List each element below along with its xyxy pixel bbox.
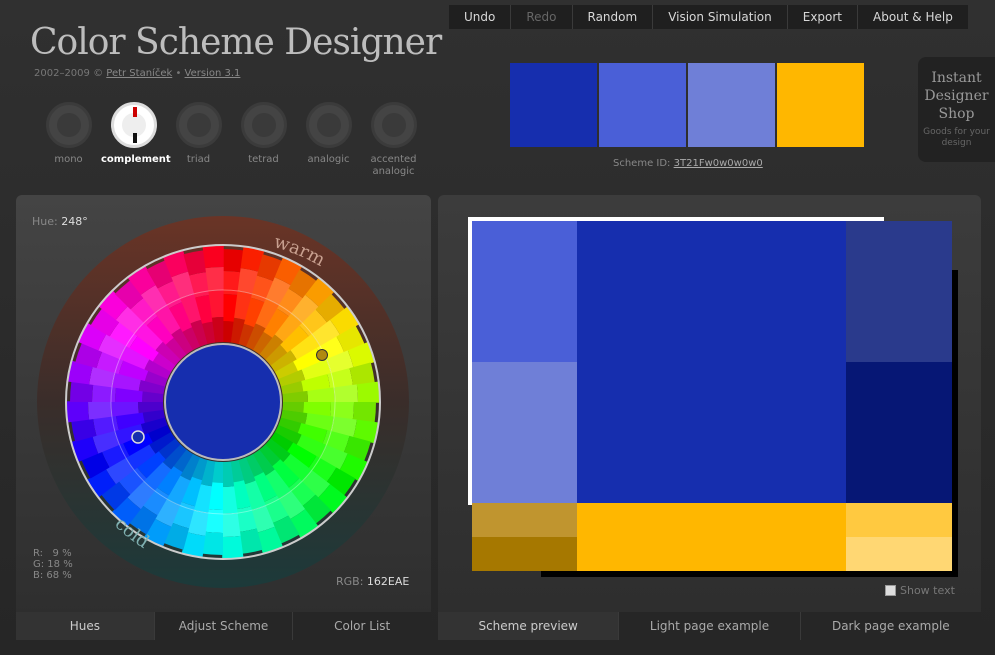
tab-light-page-example[interactable]: Light page example xyxy=(619,612,801,640)
rgb-percent: R: 9 % G: 18 % B: 68 % xyxy=(33,548,73,581)
hue-segment xyxy=(334,384,359,403)
accented-analogic-icon xyxy=(370,102,417,148)
preview-complement xyxy=(577,503,846,571)
complement-icon xyxy=(110,102,157,148)
preview-dark-1 xyxy=(846,221,952,362)
scheme-swatches xyxy=(510,63,864,147)
complement-hue-handle[interactable] xyxy=(316,349,328,361)
g-percent: G: 18 % xyxy=(33,559,73,570)
mode-analogic[interactable]: analogic xyxy=(296,102,361,178)
preview-light-1 xyxy=(472,221,577,362)
mode-triad[interactable]: triad xyxy=(166,102,231,178)
right-tabs: Scheme preview Light page example Dark p… xyxy=(438,612,981,640)
preview-panel: Show text Scheme preview Light page exam… xyxy=(438,195,981,640)
preview-dark-2 xyxy=(846,362,952,503)
menu-about-help[interactable]: About & Help xyxy=(858,5,968,29)
rgb-hex: RGB: 162EAE xyxy=(336,575,409,588)
credits-separator: • xyxy=(175,68,182,79)
tab-scheme-preview[interactable]: Scheme preview xyxy=(438,612,620,640)
scheme-id-link[interactable]: 3T21Fw0w0w0w0 xyxy=(674,158,763,169)
mode-label: tetrad xyxy=(248,154,279,165)
credits: 2002–2009 © Petr Staníček • Version 3.1 xyxy=(34,68,240,79)
mode-tetrad[interactable]: tetrad xyxy=(231,102,296,178)
left-tabs: Hues Adjust Scheme Color List xyxy=(16,612,432,640)
needle-red xyxy=(132,107,137,117)
swatch-lighter[interactable] xyxy=(688,63,775,147)
mode-complement[interactable]: complement xyxy=(101,102,171,178)
selected-color-disc xyxy=(164,343,282,461)
primary-hue-handle[interactable] xyxy=(131,430,145,444)
hue-segment xyxy=(66,401,90,423)
mode-label: analogic xyxy=(307,154,350,165)
app-root: Color Scheme Designer 2002–2009 © Petr S… xyxy=(0,0,995,655)
shop-subtitle: Goods for your design xyxy=(923,127,990,148)
hue-segment xyxy=(222,513,241,537)
rgb-hex-value: 162EAE xyxy=(366,575,410,588)
show-text-checkbox[interactable] xyxy=(885,585,896,596)
swatch-primary[interactable] xyxy=(510,63,597,147)
triad-icon xyxy=(175,102,222,148)
top-menu: Undo Redo Random Vision Simulation Expor… xyxy=(449,5,968,29)
needle-black xyxy=(132,133,137,143)
menu-vision-simulation[interactable]: Vision Simulation xyxy=(653,5,788,29)
hue-segment xyxy=(222,535,244,559)
menu-random[interactable]: Random xyxy=(573,5,654,29)
rgb-hex-label: RGB: xyxy=(336,575,364,588)
hue-segment xyxy=(205,267,224,291)
menu-redo[interactable]: Redo xyxy=(511,5,573,29)
scheme-preview xyxy=(468,217,958,577)
tab-hues[interactable]: Hues xyxy=(16,612,155,640)
preview-light-2 xyxy=(472,362,577,503)
hue-segment xyxy=(88,401,112,420)
mono-icon xyxy=(45,102,92,148)
show-text-toggle[interactable]: Show text xyxy=(885,584,955,597)
mode-label: mono xyxy=(54,154,83,165)
show-text-label: Show text xyxy=(900,584,955,597)
scheme-id-label: Scheme ID: xyxy=(613,158,671,169)
b-percent: B: 68 % xyxy=(33,570,72,581)
author-link[interactable]: Petr Staníček xyxy=(106,68,172,79)
preview-primary xyxy=(577,221,846,503)
preview-comp-shade-1 xyxy=(472,503,577,537)
mode-accented-analogic[interactable]: accented analogic xyxy=(361,102,426,178)
menu-export[interactable]: Export xyxy=(788,5,859,29)
tetrad-icon xyxy=(240,102,287,148)
preview-comp-shade-2 xyxy=(472,537,577,571)
mode-label: complement xyxy=(101,154,171,165)
instant-designer-shop[interactable]: Instant Designer Shop Goods for your des… xyxy=(918,57,995,162)
scheme-mode-selector: mono complement triad tetrad analogic ac… xyxy=(36,102,426,178)
analogic-icon xyxy=(305,102,352,148)
mode-mono[interactable]: mono xyxy=(36,102,101,178)
preview-comp-tint-1 xyxy=(846,503,952,537)
tab-dark-page-example[interactable]: Dark page example xyxy=(800,612,981,640)
scheme-id: Scheme ID: 3T21Fw0w0w0w0 xyxy=(613,158,763,169)
menu-undo[interactable]: Undo xyxy=(449,5,512,29)
tab-color-list[interactable]: Color List xyxy=(293,612,432,640)
color-wheel[interactable]: warm cold xyxy=(36,215,411,590)
shop-title: Instant Designer Shop xyxy=(924,70,989,122)
swatch-complement[interactable] xyxy=(777,63,864,147)
mode-label: accented analogic xyxy=(370,154,417,177)
mode-label: triad xyxy=(186,154,211,165)
tab-adjust-scheme[interactable]: Adjust Scheme xyxy=(154,612,294,640)
copyright-text: 2002–2009 © xyxy=(34,68,104,79)
hue-segment xyxy=(356,381,381,403)
swatch-light[interactable] xyxy=(599,63,686,147)
hues-panel: Hue: 248° warm cold R: 9 % G: 18 % B: 68 %… xyxy=(16,195,432,640)
app-logo: Color Scheme Designer xyxy=(30,22,442,63)
version-link[interactable]: Version 3.1 xyxy=(185,68,241,79)
r-percent: R: 9 % xyxy=(33,548,72,559)
preview-comp-tint-2 xyxy=(846,537,952,571)
hue-segment xyxy=(202,245,224,269)
